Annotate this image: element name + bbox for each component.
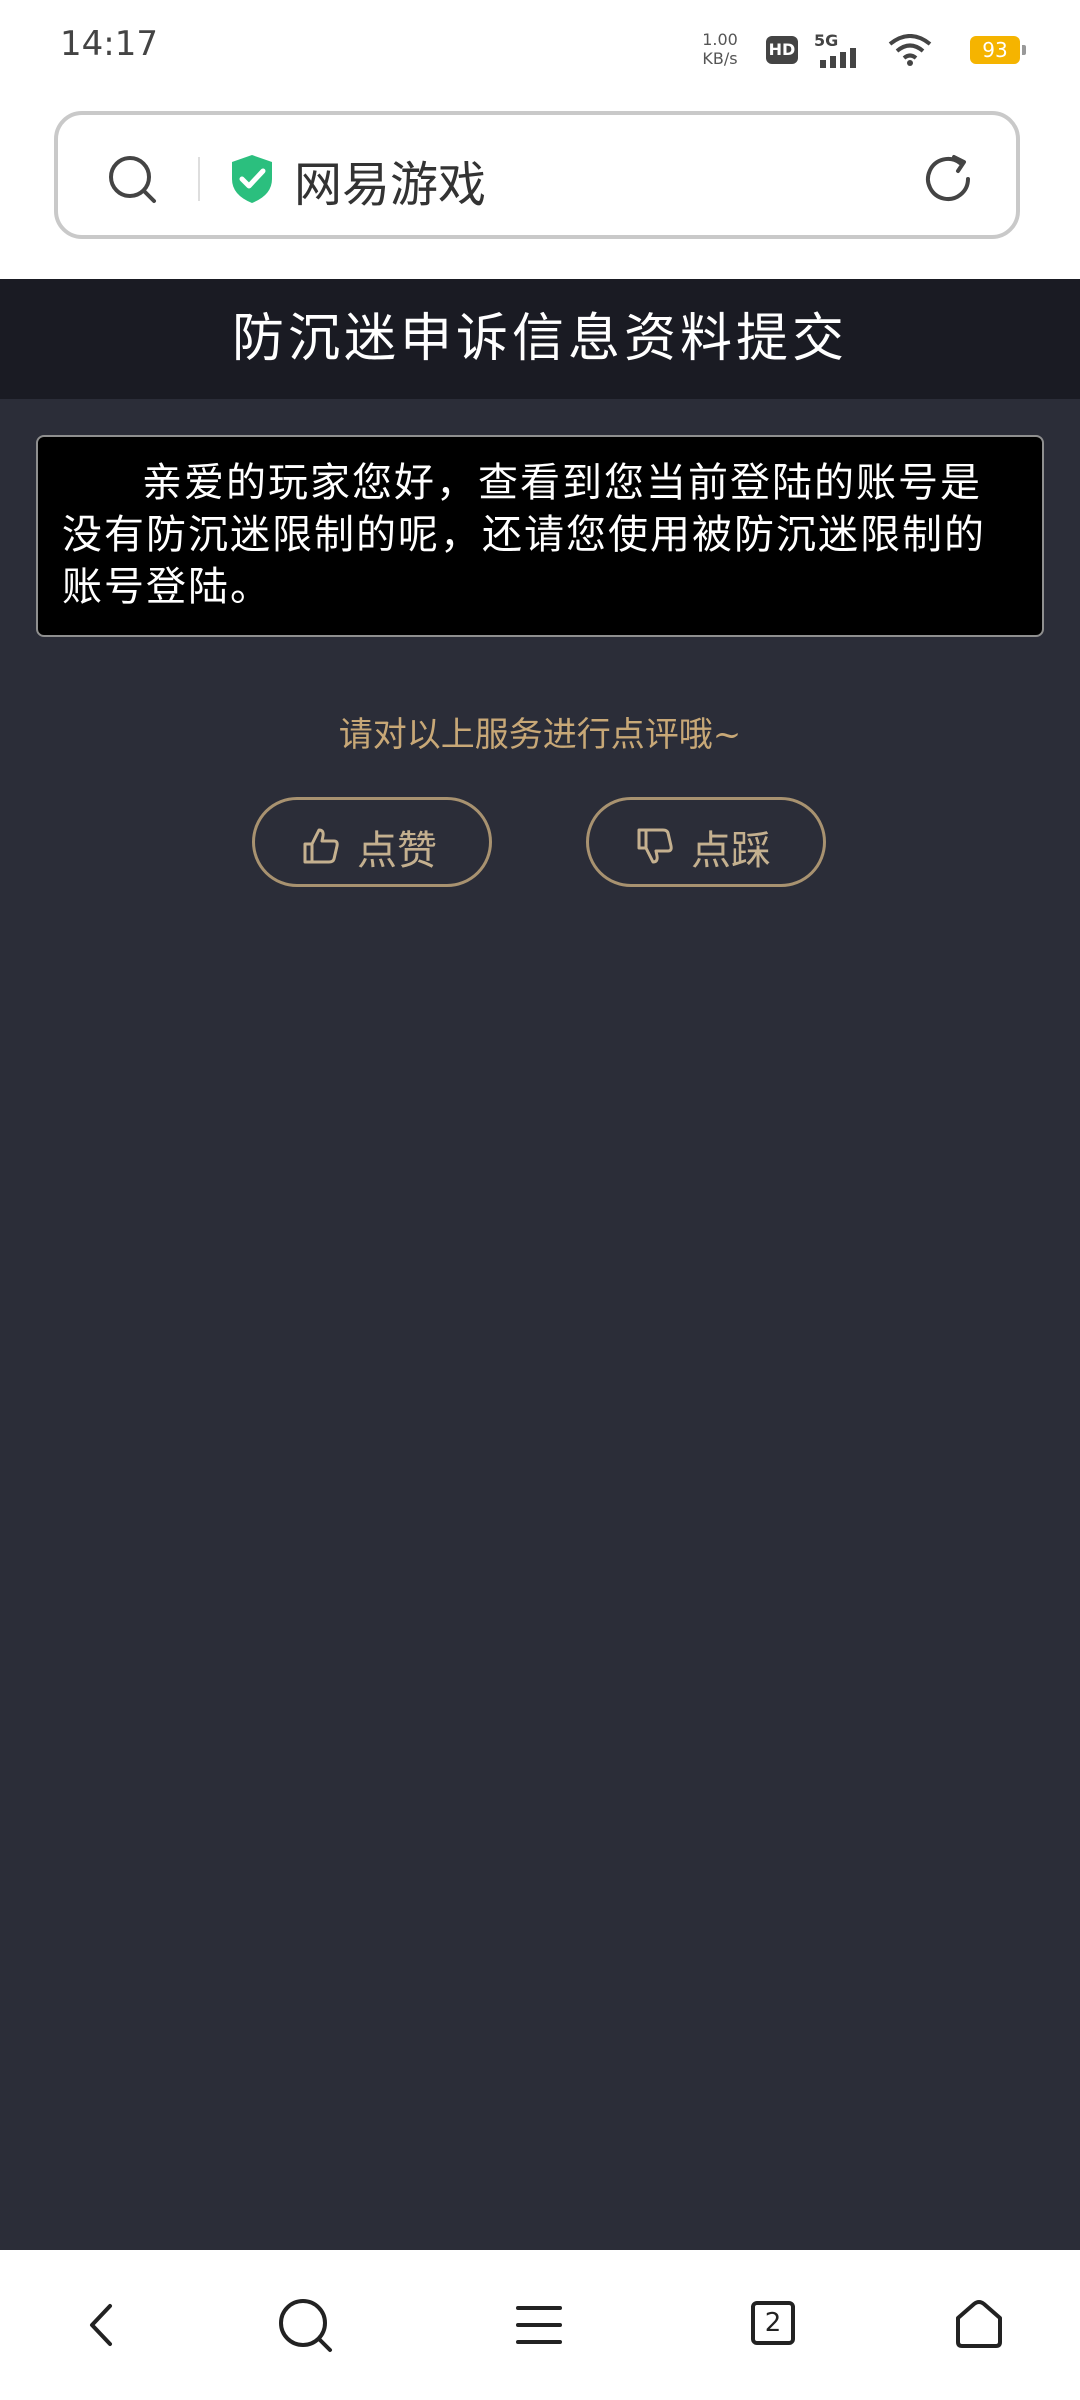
- search-icon[interactable]: [270, 2290, 340, 2360]
- like-button[interactable]: 点赞: [252, 797, 492, 887]
- network-speed-value: 1.00: [702, 30, 738, 49]
- bottom-navigation: 2: [0, 2250, 1080, 2400]
- address-divider: [198, 157, 200, 201]
- notice-box: 亲爱的玩家您好，查看到您当前登陆的账号是没有防沉迷限制的呢，还请您使用被防沉迷限…: [36, 435, 1044, 637]
- hd-badge: HD: [766, 36, 798, 64]
- dislike-button[interactable]: 点踩: [586, 797, 826, 887]
- home-icon[interactable]: [944, 2290, 1014, 2360]
- tabs-button[interactable]: 2: [740, 2290, 810, 2360]
- reload-icon[interactable]: [920, 151, 976, 207]
- network-type-label: 5G: [814, 31, 838, 50]
- address-bar[interactable]: 网易游戏: [54, 111, 1020, 239]
- status-bar: 14:17 1.00 KB/s HD 5G 93: [0, 0, 1080, 100]
- menu-icon[interactable]: [504, 2290, 574, 2360]
- search-icon[interactable]: [106, 153, 158, 205]
- network-speed: 1.00 KB/s: [690, 30, 750, 68]
- web-page: 防沉迷申诉信息资料提交 亲爱的玩家您好，查看到您当前登陆的账号是没有防沉迷限制的…: [0, 279, 1080, 2250]
- site-title[interactable]: 网易游戏: [294, 145, 486, 215]
- page-header: 防沉迷申诉信息资料提交: [0, 279, 1080, 399]
- dislike-label: 点踩: [691, 828, 771, 874]
- status-time: 14:17: [60, 24, 158, 64]
- thumbs-up-icon: [303, 828, 339, 864]
- thumbs-down-icon: [637, 828, 673, 864]
- back-icon[interactable]: [68, 2290, 138, 2360]
- battery-indicator: 93: [970, 36, 1026, 64]
- shield-check-icon: [232, 155, 272, 203]
- wifi-icon: [888, 34, 932, 66]
- like-label: 点赞: [357, 828, 437, 874]
- notice-text: 亲爱的玩家您好，查看到您当前登陆的账号是没有防沉迷限制的呢，还请您使用被防沉迷限…: [62, 460, 986, 610]
- tab-count: 2: [751, 2301, 795, 2345]
- status-icons: 1.00 KB/s HD 5G 93: [680, 28, 1026, 72]
- cellular-signal-icon: 5G: [814, 31, 856, 68]
- rating-prompt: 请对以上服务进行点评哦~: [338, 715, 742, 755]
- page-title: 防沉迷申诉信息资料提交: [231, 309, 848, 369]
- network-speed-unit: KB/s: [702, 49, 738, 68]
